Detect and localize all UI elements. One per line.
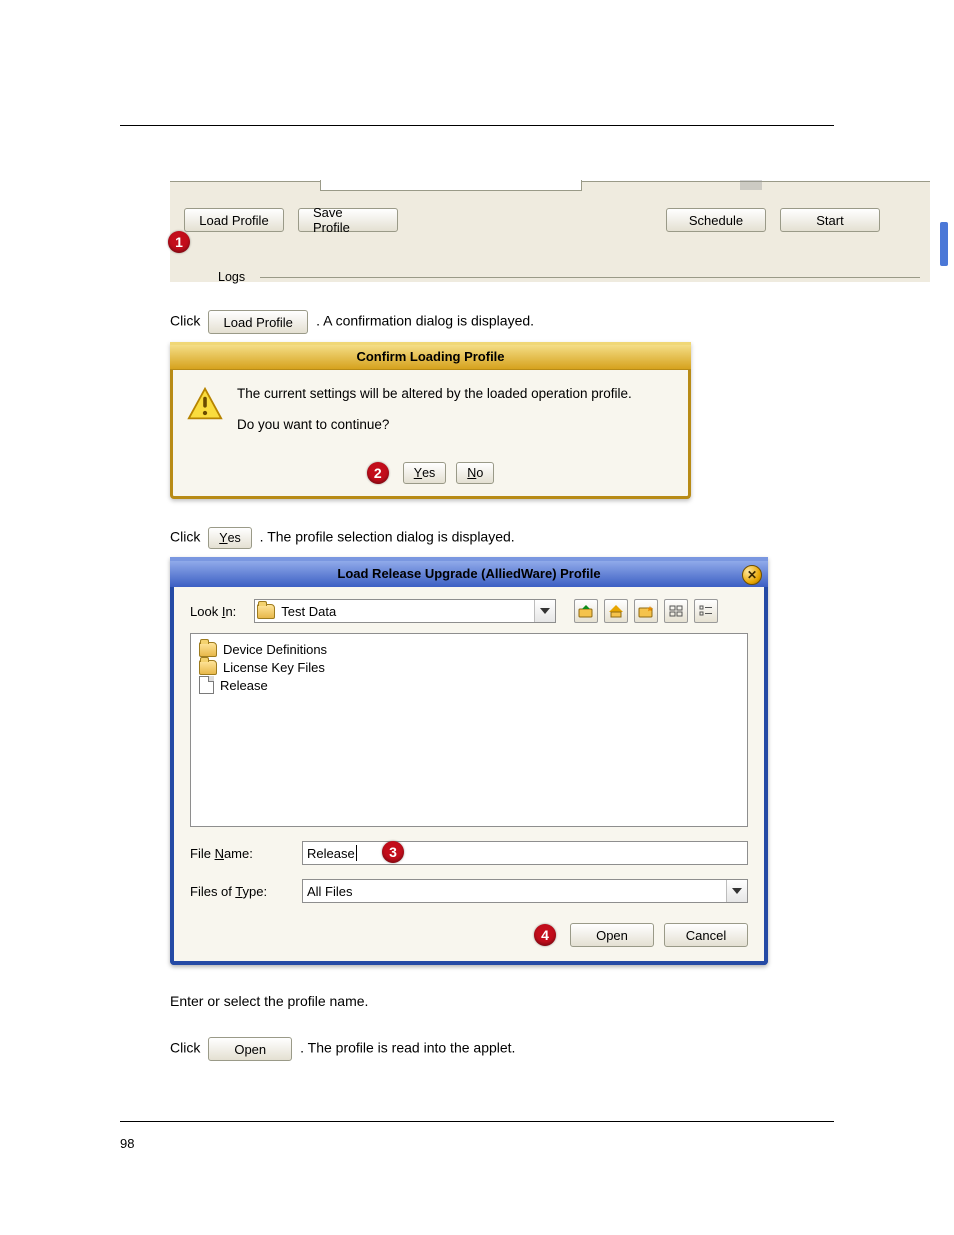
files-type-combo[interactable]: All Files <box>302 879 748 903</box>
step1-instruction: Click Load Profile . A confirmation dial… <box>170 310 954 334</box>
step4-instruction: Click Open . The profile is read into th… <box>170 1037 954 1061</box>
inline-load-profile-button[interactable]: Load Profile <box>208 310 308 334</box>
folder-icon <box>199 660 217 675</box>
file-list[interactable]: Device Definitions License Key Files Rel… <box>190 633 748 827</box>
home-icon[interactable] <box>604 599 628 623</box>
look-in-label: Look In: <box>190 604 236 619</box>
confirm-yes-button[interactable]: Yes <box>403 462 447 484</box>
window-cutout <box>320 180 582 191</box>
close-icon[interactable]: ✕ <box>742 565 762 585</box>
chevron-down-icon[interactable] <box>534 600 555 622</box>
look-in-combo[interactable]: Test Data <box>254 599 556 623</box>
file-dialog: Load Release Upgrade (AlliedWare) Profil… <box>170 557 768 965</box>
confirm-dialog-title: Confirm Loading Profile <box>170 342 691 370</box>
app-toolbar-strip: Load Profile Save Profile Schedule Start… <box>170 181 930 282</box>
inline-yes-button[interactable]: Yes <box>208 527 252 549</box>
new-folder-icon[interactable] <box>634 599 658 623</box>
file-name-input[interactable]: Release <box>302 841 748 865</box>
cancel-button[interactable]: Cancel <box>664 923 748 947</box>
step-badge-3: 3 <box>382 841 404 863</box>
inline-open-button[interactable]: Open <box>208 1037 292 1061</box>
window-edge-indicator <box>940 222 948 266</box>
chevron-down-icon[interactable] <box>726 880 747 902</box>
schedule-button[interactable]: Schedule <box>666 208 766 232</box>
list-item[interactable]: Device Definitions <box>199 640 739 658</box>
list-item[interactable]: Release <box>199 676 739 694</box>
confirm-message-1: The current settings will be altered by … <box>237 386 632 401</box>
confirm-no-button[interactable]: No <box>456 462 494 484</box>
step-badge-2: 2 <box>367 462 389 484</box>
step2-instruction: Click Yes . The profile selection dialog… <box>170 527 954 549</box>
save-profile-button[interactable]: Save Profile <box>298 208 398 232</box>
file-icon <box>199 676 214 694</box>
file-dialog-title: Load Release Upgrade (AlliedWare) Profil… <box>170 557 768 587</box>
step3-instruction: Enter or select the profile name. <box>170 993 954 1009</box>
list-view-icon[interactable] <box>664 599 688 623</box>
folder-icon <box>199 642 217 657</box>
step-badge-4: 4 <box>534 924 556 946</box>
open-button[interactable]: Open <box>570 923 654 947</box>
files-type-label: Files of Type: <box>190 884 290 899</box>
file-dialog-toolbar <box>574 599 718 623</box>
page-number: 98 <box>120 1136 954 1151</box>
list-item[interactable]: License Key Files <box>199 658 739 676</box>
file-name-label: File Name: <box>190 846 290 861</box>
folder-icon <box>255 604 277 619</box>
step-badge-1: 1 <box>168 231 190 253</box>
confirm-dialog: Confirm Loading Profile The current sett… <box>170 342 691 499</box>
logs-groupbox-line <box>260 277 920 278</box>
details-view-icon[interactable] <box>694 599 718 623</box>
load-profile-button[interactable]: Load Profile <box>184 208 284 232</box>
start-button[interactable]: Start <box>780 208 880 232</box>
window-shadow <box>740 180 762 190</box>
warning-icon <box>187 386 223 448</box>
up-folder-icon[interactable] <box>574 599 598 623</box>
files-type-value: All Files <box>303 884 726 899</box>
confirm-message-2: Do you want to continue? <box>237 417 632 432</box>
logs-groupbox-label: Logs <box>218 270 245 284</box>
look-in-value: Test Data <box>277 604 534 619</box>
